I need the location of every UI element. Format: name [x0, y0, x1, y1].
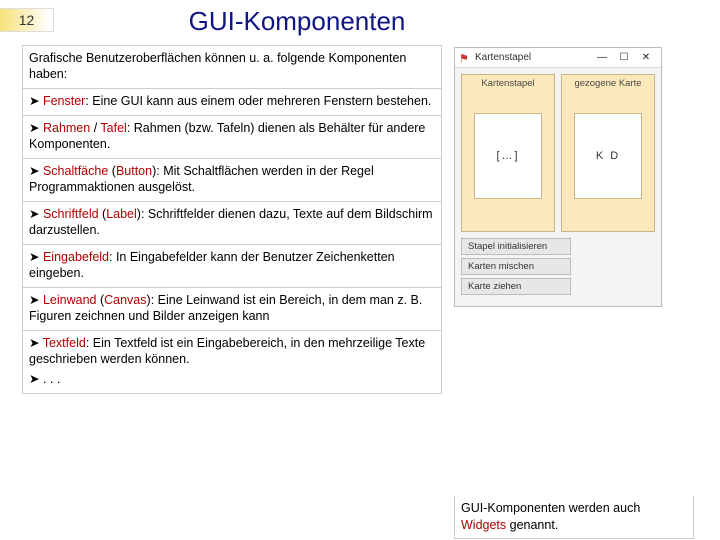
caption-term: Widgets [461, 518, 506, 532]
app-panel-right: gezogene Karte K D [561, 74, 655, 232]
open: ( [108, 164, 116, 178]
shuffle-button[interactable]: Karten mischen [461, 258, 571, 275]
term: Schaltfäche [43, 164, 108, 178]
init-stack-button[interactable]: Stapel initialisieren [461, 238, 571, 255]
term: Eingabefeld [43, 250, 109, 264]
figure-column: ⚑ Kartenstapel — ☐ ✕ Kartenstapel […] ge… [454, 45, 694, 540]
panel-header: Kartenstapel [462, 75, 554, 91]
intro-text: Grafische Benutzeroberflächen können u. … [22, 45, 442, 89]
app-title: Kartenstapel [475, 52, 591, 63]
item-desc: : Ein Textfeld ist ein Eingabebereich, i… [29, 336, 425, 366]
app-titlebar: ⚑ Kartenstapel — ☐ ✕ [455, 48, 661, 68]
item-leinwand: ➤ Leinwand (Canvas): Eine Leinwand ist e… [22, 288, 442, 331]
item-desc: : Eine GUI kann aus einem oder mehreren … [85, 94, 431, 108]
item-schaltflaeche: ➤ Schaltfäche (Button): Mit Schaltfläche… [22, 159, 442, 202]
item-textfeld: ➤ Textfeld: Ein Textfeld ist ein Eingabe… [22, 331, 442, 394]
bullet-icon: ➤ [29, 121, 39, 135]
item-eingabefeld: ➤ Eingabefeld: In Eingabefelder kann der… [22, 245, 442, 288]
term: Leinwand [43, 293, 97, 307]
term-aka: Button [116, 164, 152, 178]
open: ( [96, 293, 104, 307]
bullet-icon: ➤ [29, 94, 39, 108]
bullet-icon: ➤ [29, 336, 39, 350]
bullet-icon: ➤ [29, 207, 39, 221]
bullet-icon: ➤ [29, 164, 39, 178]
maximize-icon[interactable]: ☐ [613, 50, 635, 66]
term-aka: Canvas [104, 293, 146, 307]
example-app-window: ⚑ Kartenstapel — ☐ ✕ Kartenstapel […] ge… [454, 47, 662, 307]
term-aka: Label [106, 207, 137, 221]
panel-header: gezogene Karte [562, 75, 654, 91]
card-stack: […] [474, 113, 542, 199]
app-panel-left: Kartenstapel […] [461, 74, 555, 232]
sep: / [90, 121, 100, 135]
page-title: GUI-Komponenten [54, 6, 720, 37]
minimize-icon[interactable]: — [591, 50, 613, 66]
item-fenster: ➤ Fenster: Eine GUI kann aus einem oder … [22, 89, 442, 116]
term: Rahmen [43, 121, 90, 135]
term: Textfeld [43, 336, 86, 350]
slide-number: 12 [0, 8, 54, 32]
term-aka: Tafel [100, 121, 126, 135]
caption-post: genannt. [506, 518, 558, 532]
text-column: Grafische Benutzeroberflächen können u. … [22, 45, 442, 540]
close-icon[interactable]: ✕ [635, 50, 657, 66]
caption-pre: GUI-Komponenten werden auch [461, 501, 640, 515]
term: Fenster [43, 94, 85, 108]
bullet-icon: ➤ [29, 250, 39, 264]
draw-card-button[interactable]: Karte ziehen [461, 278, 571, 295]
bullet-icon: ➤ [29, 293, 39, 307]
app-icon: ⚑ [459, 52, 471, 64]
caption: GUI-Komponenten werden auch Widgets gena… [454, 496, 694, 539]
term: Schriftfeld [43, 207, 99, 221]
item-schriftfeld: ➤ Schriftfeld (Label): Schriftfelder die… [22, 202, 442, 245]
card-drawn: K D [574, 113, 642, 199]
ellipsis-item: ➤ . . . [29, 372, 60, 386]
item-rahmen: ➤ Rahmen / Tafel: Rahmen (bzw. Tafeln) d… [22, 116, 442, 159]
